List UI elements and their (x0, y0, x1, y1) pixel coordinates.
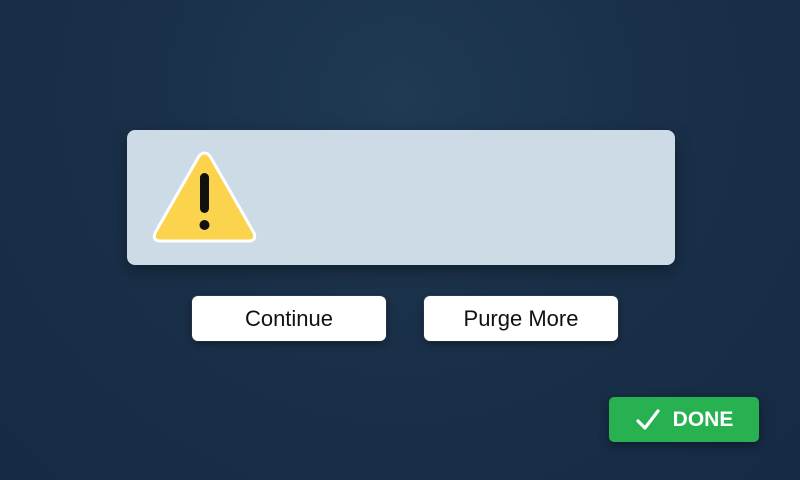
warning-icon (151, 149, 258, 245)
purge-more-button-label: Purge More (463, 305, 579, 331)
done-button[interactable]: DONE (609, 397, 759, 442)
purge-more-button[interactable]: Purge More (424, 296, 618, 341)
warning-dialog (127, 130, 675, 265)
done-button-label: DONE (672, 407, 734, 431)
check-icon (635, 407, 661, 433)
continue-button[interactable]: Continue (192, 296, 386, 341)
continue-button-label: Continue (244, 305, 334, 331)
